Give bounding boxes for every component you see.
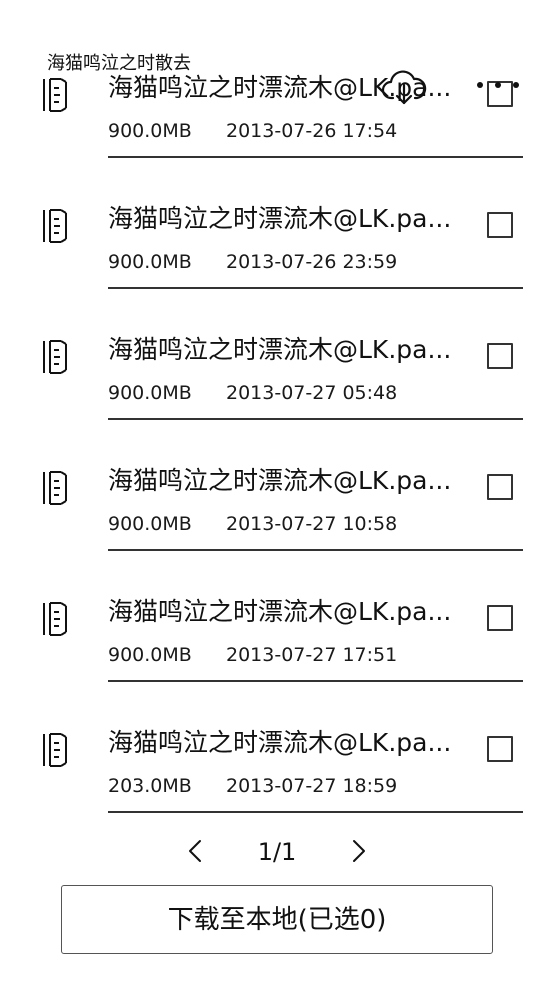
file-name: 海猫鸣泣之时漂流木@LK.pa...	[108, 335, 452, 364]
file-size: 900.0MB	[108, 513, 192, 535]
file-date: 2013-07-26 17:54	[226, 120, 398, 142]
file-row[interactable]: 海猫鸣泣之时漂流木@LK.pa... 900.0MB 2013-07-26 23…	[0, 192, 554, 323]
file-row[interactable]: 海猫鸣泣之时漂流木@LK.pa... 900.0MB 2013-07-27 10…	[0, 454, 554, 585]
file-row[interactable]: 海猫鸣泣之时漂流木@LK.pa... 900.0MB 2013-07-27 17…	[0, 585, 554, 716]
file-name: 海猫鸣泣之时漂流木@LK.pa...	[108, 728, 452, 757]
file-icon	[43, 78, 67, 112]
file-date: 2013-07-27 18:59	[226, 775, 398, 797]
file-icon	[43, 340, 67, 374]
file-date: 2013-07-27 17:51	[226, 644, 398, 666]
chevron-right-icon[interactable]	[346, 836, 370, 866]
file-size: 900.0MB	[108, 644, 192, 666]
file-date: 2013-07-27 05:48	[226, 382, 398, 404]
row-divider	[108, 156, 523, 158]
file-name: 海猫鸣泣之时漂流木@LK.pa...	[108, 597, 452, 626]
file-icon	[43, 733, 67, 767]
page-indicator: 1/1	[257, 838, 297, 866]
file-date: 2013-07-26 23:59	[226, 251, 398, 273]
chevron-left-icon[interactable]	[184, 836, 208, 866]
file-checkbox[interactable]	[487, 605, 513, 631]
file-icon	[43, 602, 67, 636]
file-name: 海猫鸣泣之时漂流木@LK.pa...	[108, 466, 452, 495]
file-row[interactable]: 海猫鸣泣之时漂流木@LK.pa... 900.0MB 2013-07-27 05…	[0, 323, 554, 454]
file-size: 203.0MB	[108, 775, 192, 797]
file-list[interactable]: 海猫鸣泣之时漂流木@LK.pa... 900.0MB 2013-07-26 17…	[0, 65, 554, 825]
file-size: 900.0MB	[108, 382, 192, 404]
file-icon	[43, 209, 67, 243]
file-checkbox[interactable]	[487, 212, 513, 238]
file-date: 2013-07-27 10:58	[226, 513, 398, 535]
file-size: 900.0MB	[108, 120, 192, 142]
download-to-local-button[interactable]: 下载至本地(已选0)	[61, 885, 493, 954]
pagination: 1/1	[0, 832, 554, 872]
file-row[interactable]: 海猫鸣泣之时漂流木@LK.pa... 900.0MB 2013-07-26 17…	[0, 65, 554, 192]
file-checkbox[interactable]	[487, 474, 513, 500]
file-size: 900.0MB	[108, 251, 192, 273]
cloud-download-icon[interactable]	[381, 68, 427, 108]
row-divider	[108, 549, 523, 551]
file-name: 海猫鸣泣之时漂流木@LK.pa...	[108, 204, 452, 233]
row-divider	[108, 287, 523, 289]
file-row[interactable]: 海猫鸣泣之时漂流木@LK.pa... 203.0MB 2013-07-27 18…	[0, 716, 554, 825]
file-checkbox[interactable]	[487, 343, 513, 369]
file-icon	[43, 471, 67, 505]
file-checkbox[interactable]	[487, 736, 513, 762]
more-dots-icon[interactable]	[474, 78, 522, 92]
page-title: 海猫鸣泣之时散去	[47, 53, 191, 74]
row-divider	[108, 811, 523, 813]
row-divider	[108, 418, 523, 420]
row-divider	[108, 680, 523, 682]
